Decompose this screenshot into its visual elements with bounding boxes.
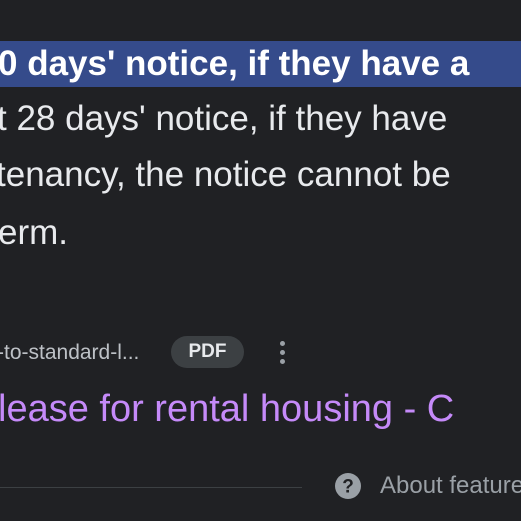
snippet-line: tenancy, the notice cannot be xyxy=(0,155,451,194)
snippet-line: erm. xyxy=(0,213,68,252)
result-title-link[interactable]: lease for rental housing - C xyxy=(0,386,454,432)
featured-snippet-page: 0 days' notice, if they have a t 28 days… xyxy=(0,0,521,521)
divider xyxy=(0,487,302,488)
snippet-highlighted-line: 0 days' notice, if they have a xyxy=(0,44,470,83)
source-url[interactable]: -to-standard-l... xyxy=(0,341,139,365)
about-featured-snippets-link[interactable]: About feature xyxy=(380,472,521,500)
source-row: -to-standard-l... PDF xyxy=(0,335,521,369)
file-type-badge: PDF xyxy=(171,336,244,368)
snippet-line: t 28 days' notice, if they have xyxy=(0,99,448,138)
help-circle-icon[interactable]: ? xyxy=(334,472,362,500)
svg-text:?: ? xyxy=(342,477,354,498)
more-vert-icon[interactable] xyxy=(270,338,294,368)
